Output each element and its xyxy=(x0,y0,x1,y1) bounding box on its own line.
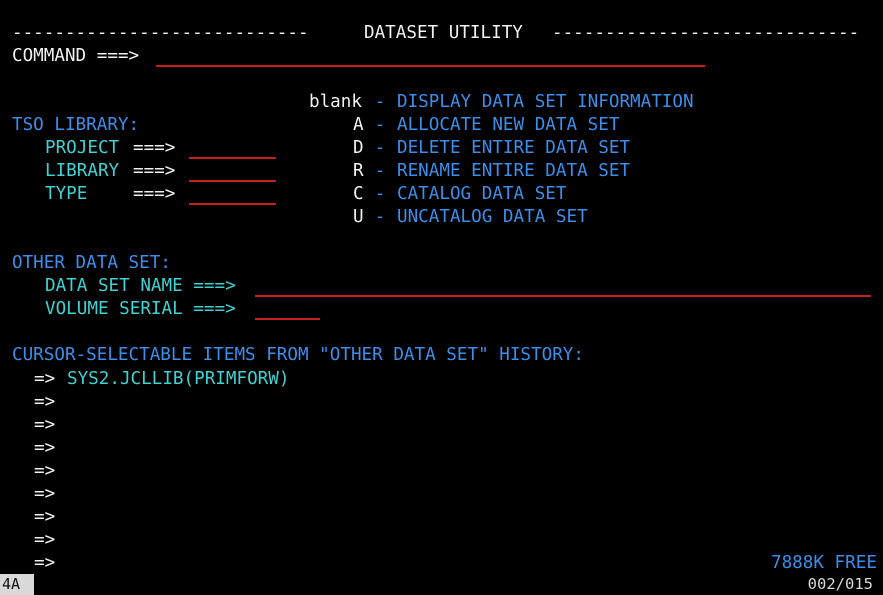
option-code-c: C xyxy=(353,184,364,204)
option-code-u: U xyxy=(353,207,364,227)
option-desc-delete: DELETE ENTIRE DATA SET xyxy=(397,138,631,158)
type-input[interactable] xyxy=(189,185,276,205)
history-item[interactable]: SYS2.JCLLIB(PRIMFORW) xyxy=(67,368,289,391)
history-arrow: => xyxy=(34,415,56,435)
option-desc-uncatalog: UNCATALOG DATA SET xyxy=(397,207,588,227)
type-arrow: ===> xyxy=(133,184,176,204)
option-code-d: D xyxy=(353,138,364,158)
history-arrow: => xyxy=(34,392,56,412)
tso-library-heading: TSO LIBRARY: xyxy=(12,115,140,135)
history-arrow: => xyxy=(34,530,56,550)
option-separator: - xyxy=(364,92,396,112)
header-left-dashes: ---------------------------- xyxy=(12,23,309,43)
option-code-a: A xyxy=(353,115,364,135)
option-code-blank: blank xyxy=(309,92,362,112)
option-separator: - xyxy=(364,184,396,204)
option-desc-allocate: ALLOCATE NEW DATA SET xyxy=(397,115,620,135)
library-label: LIBRARY xyxy=(45,161,120,181)
option-separator: - xyxy=(364,138,396,158)
history-heading: CURSOR-SELECTABLE ITEMS FROM "OTHER DATA… xyxy=(12,345,584,365)
option-separator: - xyxy=(364,115,396,135)
command-input[interactable] xyxy=(156,47,705,67)
volume-serial-input[interactable] xyxy=(255,300,320,320)
session-indicator: 4A xyxy=(0,574,34,595)
history-arrow: => xyxy=(34,438,56,458)
history-arrow: => xyxy=(34,553,56,573)
other-data-set-heading: OTHER DATA SET: xyxy=(12,253,171,273)
option-code-r: R xyxy=(353,161,364,181)
history-arrow: => xyxy=(34,484,56,504)
option-desc-rename: RENAME ENTIRE DATA SET xyxy=(397,161,631,181)
option-desc-catalog: CATALOG DATA SET xyxy=(397,184,567,204)
option-desc-display: DISPLAY DATA SET INFORMATION xyxy=(397,92,694,112)
history-arrow: => xyxy=(34,507,56,527)
project-arrow: ===> xyxy=(133,138,176,158)
volume-serial-label: VOLUME SERIAL ===> xyxy=(45,299,236,319)
data-set-name-input[interactable] xyxy=(255,277,871,297)
screen-title: DATASET UTILITY xyxy=(364,23,523,43)
header-right-dashes: ----------------------------- xyxy=(552,23,860,43)
command-label: COMMAND ===> xyxy=(12,46,140,66)
data-set-name-label: DATA SET NAME ===> xyxy=(45,276,236,296)
cursor-position: 002/015 xyxy=(807,575,873,593)
project-input[interactable] xyxy=(189,139,276,159)
history-arrow: => xyxy=(34,369,56,389)
option-separator: - xyxy=(364,207,396,227)
type-label: TYPE xyxy=(45,184,88,204)
library-input[interactable] xyxy=(189,162,276,182)
library-arrow: ===> xyxy=(133,161,176,181)
project-label: PROJECT xyxy=(45,138,120,158)
free-storage-indicator: 7888K FREE xyxy=(771,553,877,573)
history-arrow: => xyxy=(34,461,56,481)
option-separator: - xyxy=(364,161,396,181)
